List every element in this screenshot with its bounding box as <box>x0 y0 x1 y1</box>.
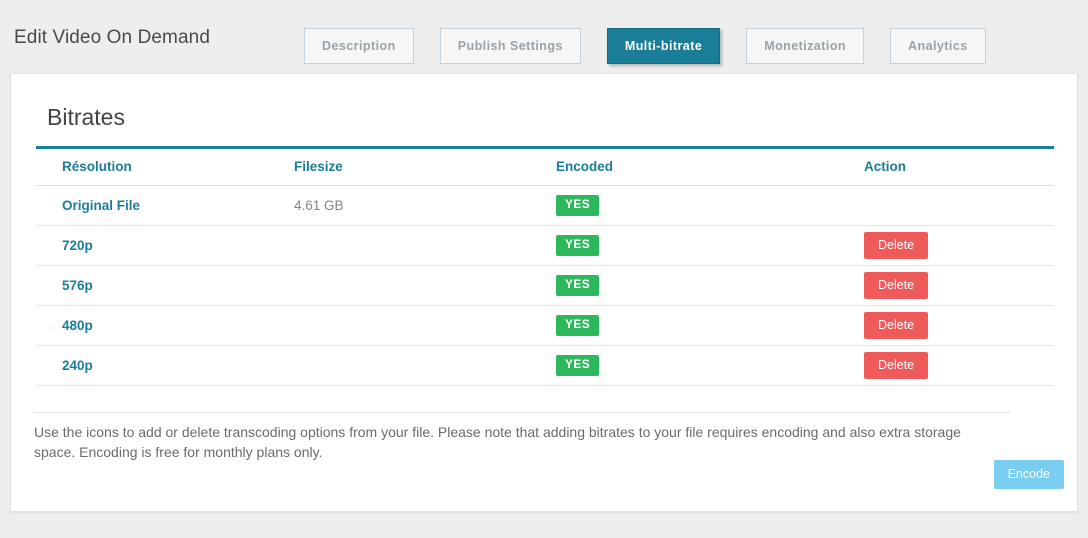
resolution-label: 240p <box>62 358 93 373</box>
resolution-label: 480p <box>62 318 93 333</box>
cell-resolution: Original File <box>36 185 294 226</box>
delete-button[interactable]: Delete <box>864 271 929 300</box>
tab-bar: Description Publish Settings Multi-bitrate… <box>304 28 986 64</box>
table-row: Original File 4.61 GB YES <box>36 185 1054 226</box>
column-header-action: Action <box>864 147 1054 186</box>
tab-multi-bitrate[interactable]: Multi-bitrate <box>606 28 721 64</box>
cell-filesize <box>294 265 556 306</box>
tab-label: Monetization <box>764 39 846 53</box>
cell-encoded: YES <box>556 345 864 386</box>
tab-label: Publish Settings <box>457 39 563 53</box>
section-divider <box>34 412 1011 413</box>
table-row: 240p YES Delete <box>36 345 1054 386</box>
cell-action: Delete <box>864 345 1054 386</box>
delete-button[interactable]: Delete <box>864 231 929 260</box>
page-title: Edit Video On Demand <box>14 27 210 48</box>
cell-resolution: 240p <box>36 345 294 386</box>
status-badge: YES <box>556 275 600 296</box>
table-row: 480p YES Delete <box>36 305 1054 346</box>
cell-resolution: 576p <box>36 265 294 306</box>
bitrates-table: Résolution Filesize Encoded Action Origi… <box>36 146 1054 386</box>
tab-label: Multi-bitrate <box>624 39 703 53</box>
column-header-filesize: Filesize <box>294 147 556 186</box>
cell-filesize <box>294 305 556 346</box>
tab-description[interactable]: Description <box>304 28 414 64</box>
resolution-label: Original File <box>62 198 141 213</box>
encode-button[interactable]: Encode <box>993 460 1064 490</box>
tab-monetization[interactable]: Monetization <box>746 28 864 64</box>
cell-filesize <box>294 225 556 266</box>
column-header-encoded: Encoded <box>556 147 864 186</box>
tab-label: Description <box>322 39 396 53</box>
cell-encoded: YES <box>556 185 864 226</box>
cell-encoded: YES <box>556 265 864 306</box>
cell-action: Delete <box>864 305 1054 346</box>
cell-filesize <box>294 345 556 386</box>
status-badge: YES <box>556 235 600 256</box>
helper-text: Use the icons to add or delete transcodi… <box>34 424 961 460</box>
tab-label: Analytics <box>908 39 968 53</box>
cell-action: Delete <box>864 225 1054 266</box>
status-badge: YES <box>556 355 600 376</box>
tab-publish-settings[interactable]: Publish Settings <box>439 28 581 64</box>
cell-resolution: 480p <box>36 305 294 346</box>
cell-action <box>864 185 1054 226</box>
filesize-value: 4.61 GB <box>294 198 344 213</box>
resolution-label: 720p <box>62 238 93 253</box>
column-header-resolution: Résolution <box>36 147 294 186</box>
status-badge: YES <box>556 315 600 336</box>
cell-encoded: YES <box>556 305 864 346</box>
bitrates-card: Bitrates Résolution Filesize Encoded Act… <box>10 73 1078 512</box>
cell-filesize: 4.61 GB <box>294 185 556 226</box>
cell-action: Delete <box>864 265 1054 306</box>
table-header: Résolution Filesize Encoded Action <box>36 147 1054 186</box>
table-row: 576p YES Delete <box>36 265 1054 306</box>
top-bar: Edit Video On Demand Description Publish … <box>0 0 1088 73</box>
status-badge: YES <box>556 195 600 216</box>
table-header-row: Résolution Filesize Encoded Action <box>36 147 1054 186</box>
delete-button[interactable]: Delete <box>864 311 929 340</box>
card-title: Bitrates <box>47 104 125 130</box>
delete-button[interactable]: Delete <box>864 351 929 380</box>
tab-analytics[interactable]: Analytics <box>890 28 986 64</box>
cell-encoded: YES <box>556 225 864 266</box>
table-row: 720p YES Delete <box>36 225 1054 266</box>
table-body: Original File 4.61 GB YES 720p YES Delete 576p… <box>36 185 1054 386</box>
resolution-label: 576p <box>62 278 93 293</box>
cell-resolution: 720p <box>36 225 294 266</box>
